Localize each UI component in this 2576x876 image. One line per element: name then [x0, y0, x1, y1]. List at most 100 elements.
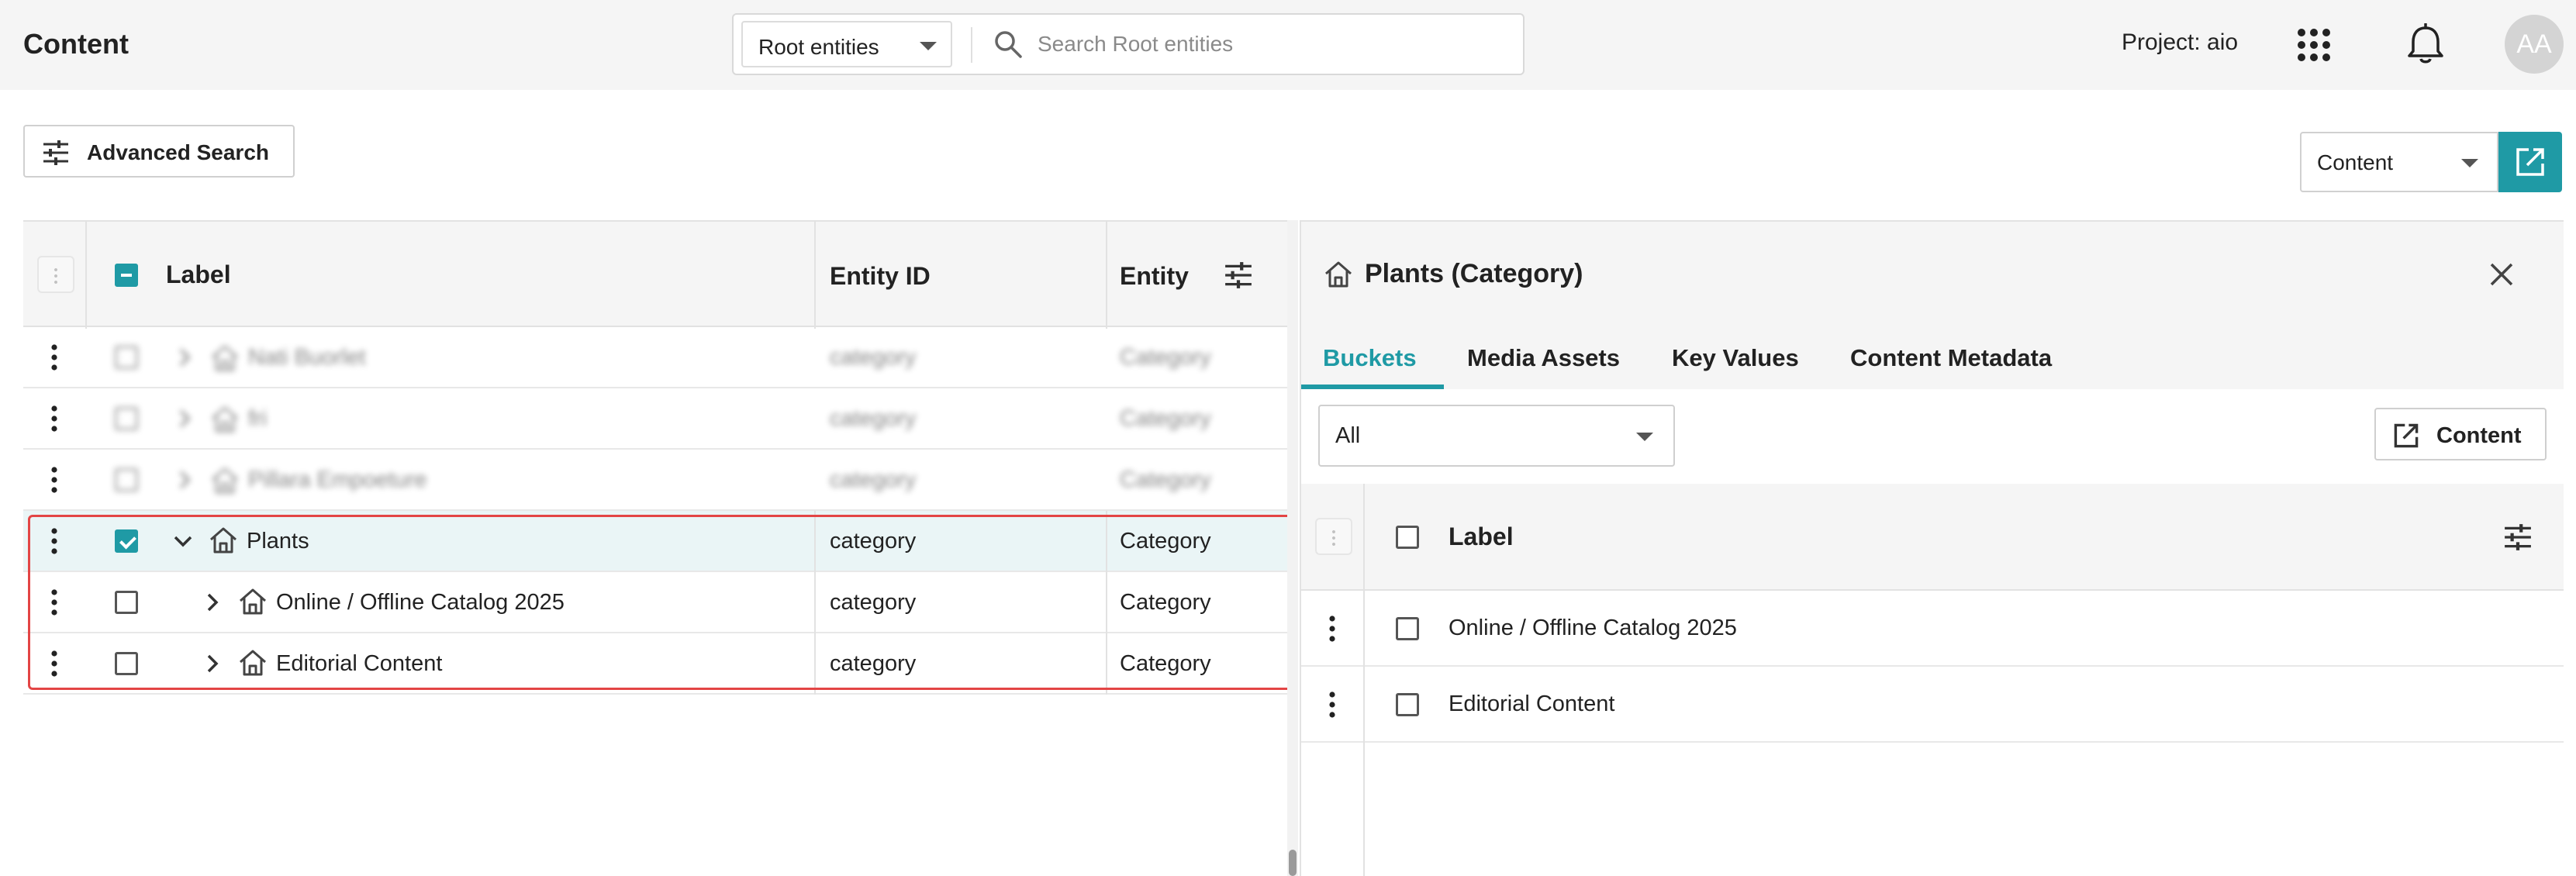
chevron-right-icon[interactable]: [202, 591, 223, 613]
column-entity-header[interactable]: Entity: [1120, 262, 1189, 291]
bucket-row[interactable]: Editorial Content: [1301, 667, 2564, 743]
table-row[interactable]: fri category Category: [23, 388, 1287, 450]
tune-sliders-icon: [43, 140, 68, 165]
row-menu-icon[interactable]: [51, 344, 57, 371]
row-label[interactable]: Online / Offline Catalog 2025: [276, 590, 565, 616]
select-all-checkbox[interactable]: [1396, 526, 1419, 549]
scrollbar-thumb[interactable]: [1289, 850, 1297, 876]
bucket-table-header: Label: [1301, 484, 2564, 591]
project-label: Project: aio: [2122, 29, 2239, 55]
row-checkbox[interactable]: [115, 529, 138, 553]
bucket-filter-value: All: [1335, 423, 1361, 448]
row-label[interactable]: Editorial Content: [276, 651, 442, 677]
search-input[interactable]: [1038, 26, 1503, 63]
row-menu-icon[interactable]: [51, 589, 57, 616]
row-entity-id: category: [830, 406, 917, 431]
search-icon: [995, 31, 1022, 58]
chevron-right-icon[interactable]: [174, 469, 195, 491]
detail-panel: Plants (Category) Buckets Media Assets K…: [1300, 220, 2564, 876]
row-entity: Category: [1120, 345, 1211, 370]
divider: [971, 27, 972, 63]
row-entity: Category: [1120, 406, 1211, 431]
table-row[interactable]: Nati Buorlet category Category: [23, 327, 1287, 388]
view-select[interactable]: Content: [2300, 132, 2498, 192]
column-label-header[interactable]: Label: [1449, 522, 1514, 551]
column-entity-id-header[interactable]: Entity ID: [830, 262, 931, 291]
detail-panel-header: Plants (Category): [1301, 220, 2564, 327]
search-scope-value: Root entities: [758, 35, 879, 59]
row-entity-id: category: [830, 590, 917, 615]
table-row[interactable]: Pillara Empoeture category Category: [23, 450, 1287, 511]
row-checkbox[interactable]: [115, 468, 138, 491]
user-avatar[interactable]: AA: [2505, 15, 2564, 74]
close-icon[interactable]: [2488, 260, 2516, 288]
tab-content-metadata[interactable]: Content Metadata: [1850, 344, 2052, 372]
table-row-plants[interactable]: Plants category Category: [23, 511, 1287, 572]
advanced-search-label: Advanced Search: [87, 140, 269, 164]
column-settings-icon[interactable]: [2503, 522, 2533, 552]
row-checkbox[interactable]: [115, 407, 138, 430]
notifications-bell-icon[interactable]: [2405, 23, 2446, 65]
home-icon: [240, 588, 266, 615]
row-checkbox[interactable]: [1396, 617, 1419, 640]
row-menu-icon[interactable]: [51, 405, 57, 432]
row-entity-id: category: [830, 345, 917, 370]
row-label: fri: [248, 406, 268, 431]
detail-tabs: Buckets Media Assets Key Values Content …: [1301, 327, 2564, 389]
row-menu-icon[interactable]: [51, 528, 57, 554]
detail-panel-title: Plants (Category): [1365, 259, 1583, 288]
home-icon: [212, 345, 238, 371]
view-select-value: Content: [2317, 150, 2394, 174]
row-checkbox[interactable]: [1396, 693, 1419, 716]
row-menu-icon[interactable]: [51, 467, 57, 493]
select-all-checkbox[interactable]: [115, 264, 138, 287]
advanced-search-button[interactable]: Advanced Search: [23, 125, 295, 178]
column-settings-icon[interactable]: [1224, 260, 1253, 290]
top-bar: Content Root entities Project: aio AA: [0, 0, 2576, 90]
column-drag-handle[interactable]: [1315, 518, 1352, 555]
row-menu-icon[interactable]: [1329, 616, 1335, 642]
table-row-online-offline-catalog[interactable]: Online / Offline Catalog 2025 category C…: [23, 572, 1287, 633]
row-label[interactable]: Plants: [247, 529, 309, 554]
row-entity: Category: [1120, 651, 1211, 676]
open-content-button[interactable]: Content: [2374, 408, 2547, 460]
chevron-right-icon[interactable]: [174, 408, 195, 429]
tab-buckets[interactable]: Buckets: [1323, 344, 1417, 372]
row-checkbox[interactable]: [115, 591, 138, 614]
table-row-editorial-content[interactable]: Editorial Content category Category: [23, 633, 1287, 695]
entity-table: Label Entity ID Entity Nati Buorlet cate…: [23, 220, 1287, 876]
column-drag-handle[interactable]: [37, 256, 74, 293]
bucket-row-label[interactable]: Editorial Content: [1449, 691, 1614, 717]
row-menu-icon[interactable]: [51, 650, 57, 677]
splitter-scrollbar[interactable]: [1287, 220, 1298, 876]
row-label: Pillara Empoeture: [248, 467, 427, 492]
tab-media-assets[interactable]: Media Assets: [1467, 344, 1620, 372]
bucket-filter-select[interactable]: All: [1318, 405, 1675, 467]
global-search: Root entities: [732, 13, 1525, 75]
open-in-new-button[interactable]: [2498, 132, 2562, 192]
chevron-right-icon[interactable]: [202, 653, 223, 674]
open-content-label: Content: [2436, 423, 2522, 448]
row-entity-id: category: [830, 651, 917, 676]
active-tab-indicator: [1301, 385, 1444, 389]
open-in-new-icon: [2394, 423, 2419, 448]
table-header: Label Entity ID Entity: [23, 220, 1287, 329]
chevron-down-icon[interactable]: [172, 530, 194, 552]
row-entity: Category: [1120, 529, 1211, 554]
search-scope-select[interactable]: Root entities: [741, 21, 952, 67]
row-menu-icon[interactable]: [1329, 691, 1335, 718]
bucket-row[interactable]: Online / Offline Catalog 2025: [1301, 591, 2564, 667]
app-title: Content: [23, 28, 129, 60]
column-label-header[interactable]: Label: [166, 260, 231, 289]
row-checkbox[interactable]: [115, 652, 138, 675]
row-entity-id: category: [830, 467, 917, 492]
row-checkbox[interactable]: [115, 346, 138, 369]
row-entity: Category: [1120, 467, 1211, 492]
home-icon: [1325, 261, 1352, 288]
row-label: Nati Buorlet: [248, 345, 366, 370]
tab-key-values[interactable]: Key Values: [1672, 344, 1799, 372]
chevron-right-icon[interactable]: [174, 347, 195, 368]
open-in-new-icon: [2516, 148, 2544, 176]
apps-grid-icon[interactable]: [2297, 28, 2331, 62]
bucket-row-label[interactable]: Online / Offline Catalog 2025: [1449, 616, 1737, 641]
